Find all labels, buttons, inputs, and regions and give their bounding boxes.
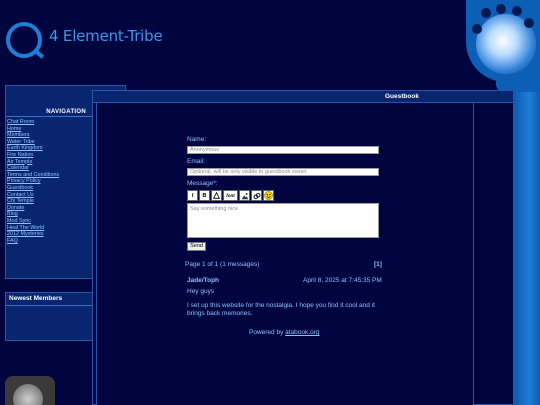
- nav-link-faq[interactable]: FAQ: [7, 238, 59, 245]
- email-field[interactable]: Optional, will be only visible to guestb…: [187, 168, 379, 176]
- link-icon: [253, 192, 260, 199]
- nav-link-2012-mysteries[interactable]: 2012 Mysteries: [7, 231, 59, 238]
- guestbook-title: Guestbook: [385, 93, 419, 100]
- decorative-dot: [524, 18, 534, 28]
- decorative-dot: [496, 4, 506, 14]
- nav-link-fire-nation[interactable]: Fire Nation: [7, 152, 59, 159]
- powered-by-link[interactable]: atabook.org: [285, 329, 319, 336]
- nav-link-air-temple[interactable]: Air Temple: [7, 159, 59, 166]
- nav-link-members[interactable]: Members: [7, 132, 59, 139]
- image-button[interactable]: [239, 190, 250, 201]
- nav-link-home[interactable]: Home: [7, 126, 59, 133]
- italic-button[interactable]: I: [187, 190, 198, 201]
- image-icon: [241, 192, 248, 199]
- newest-members-panel: Newest Members: [5, 292, 93, 341]
- message-textarea[interactable]: Say something nice: [187, 203, 379, 238]
- name-field[interactable]: Anonymous: [187, 146, 379, 154]
- format-toolbar: I B font: [187, 190, 274, 201]
- name-label: Name:: [187, 136, 207, 143]
- powered-by-prefix: Powered by: [249, 329, 286, 336]
- guestbook-titlebar: Guestbook: [93, 91, 513, 103]
- nav-link-terms[interactable]: Terms and Conditions: [7, 172, 59, 179]
- decorative-strip: [514, 82, 540, 405]
- nav-link-mod-sync[interactable]: Mod Sync: [7, 218, 59, 225]
- pagination-info: Page 1 of 1 (1 messages): [185, 261, 260, 268]
- entry-timestamp: April 8, 2025 at 7:45:35 PM: [303, 277, 382, 284]
- nav-link-chi-temple[interactable]: Chi Temple: [7, 198, 59, 205]
- nav-link-chat-room[interactable]: Chat Room: [7, 119, 59, 126]
- triangle-icon: [213, 192, 220, 199]
- decorative-dot: [481, 8, 491, 18]
- avatar-widget[interactable]: [5, 376, 55, 405]
- nav-link-heal-the-world[interactable]: Heal The World: [7, 225, 59, 232]
- navigation-heading: NAVIGATION: [46, 109, 86, 115]
- email-label: Email:: [187, 158, 206, 165]
- link-button[interactable]: [251, 190, 262, 201]
- site-header: 4 Element-Tribe: [0, 0, 540, 86]
- message-label: Message*:: [187, 180, 218, 187]
- bold-button[interactable]: B: [199, 190, 210, 201]
- decorative-dot: [512, 6, 522, 16]
- nav-link-calendar[interactable]: Calendar: [7, 165, 59, 172]
- nav-link-blog[interactable]: Blog: [7, 211, 59, 218]
- site-title[interactable]: 4 Element-Tribe: [49, 27, 163, 45]
- smiley-button[interactable]: [263, 190, 274, 201]
- entry-author: Jade/Toph: [187, 277, 220, 284]
- font-button[interactable]: font: [223, 190, 238, 201]
- nav-link-contact[interactable]: Contact Us: [7, 192, 59, 199]
- send-button[interactable]: Send: [187, 242, 206, 251]
- navigation-list: Chat Room Home Members Water Tribe Earth…: [7, 119, 59, 244]
- newest-members-title: Newest Members: [9, 295, 63, 302]
- color-button[interactable]: [211, 190, 222, 201]
- divider: [6, 305, 92, 306]
- logo-icon[interactable]: [6, 22, 42, 58]
- powered-by: Powered by atabook.org: [249, 329, 319, 336]
- nav-link-water-tribe[interactable]: Water Tribe: [7, 139, 59, 146]
- avatar[interactable]: [13, 384, 43, 405]
- entry-body: I set up this website for the nostalgia.…: [187, 302, 375, 317]
- nav-link-earth-kingdom[interactable]: Earth Kingdom: [7, 145, 59, 152]
- nav-link-privacy[interactable]: Privacy Policy: [7, 178, 59, 185]
- divider: [6, 116, 96, 117]
- nav-link-donate[interactable]: Donate: [7, 205, 59, 212]
- entry-greeting: Hey guys: [187, 288, 215, 295]
- decorative-dot: [472, 24, 482, 34]
- smiley-icon: [264, 191, 273, 200]
- guestbook-panel: Guestbook: [92, 90, 514, 405]
- nav-link-guestbook[interactable]: Guestbook: [7, 185, 59, 192]
- pagination-page-link[interactable]: [1]: [374, 261, 382, 268]
